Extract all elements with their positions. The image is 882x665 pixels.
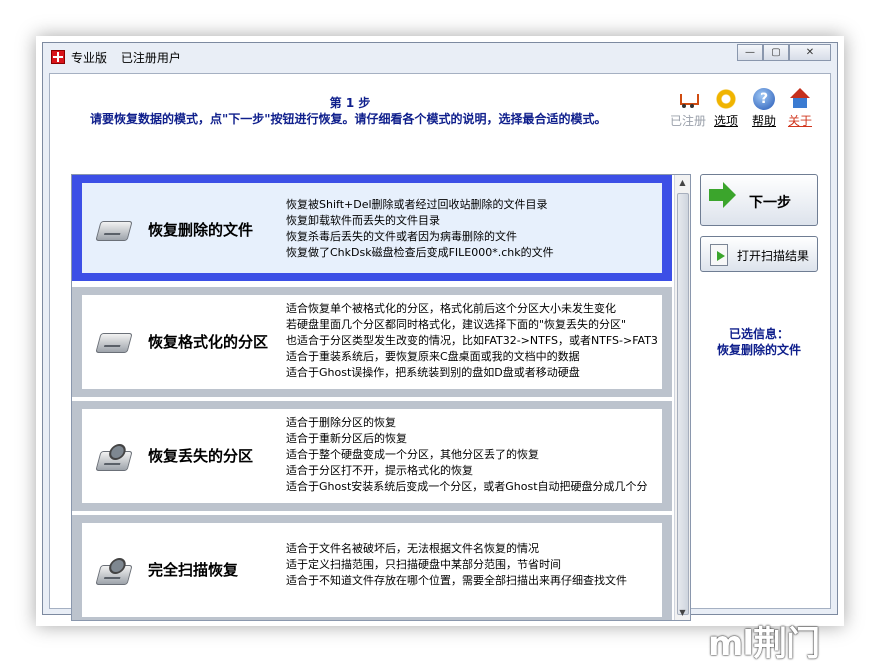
scroll-down-arrow-icon[interactable]: ▼ bbox=[675, 605, 690, 620]
step-instruction: 请要恢复数据的模式，点"下一步"按钮进行恢复。请仔细看各个模式的说明，选择最合适… bbox=[90, 112, 607, 126]
main-panel: 第 1 步 请要恢复数据的模式，点"下一步"按钮进行恢复。请仔细看各个模式的说明… bbox=[49, 73, 831, 621]
mode-title: 恢复丢失的分区 bbox=[148, 447, 254, 465]
mode-item-full-scan[interactable]: 完全扫描恢复 适合于文件名被破坏后，无法根据文件名恢复的情况 适于定义扫描范围，… bbox=[72, 515, 672, 620]
mode-description-line: 适合于文件名被破坏后，无法根据文件名恢复的情况 bbox=[286, 542, 539, 555]
home-icon bbox=[789, 88, 811, 110]
open-file-icon bbox=[710, 244, 728, 266]
mode-description-line: 若硬盘里面几个分区都同时格式化，建议选择下面的"恢复丢失的分区" bbox=[286, 318, 627, 331]
mode-card: 恢复丢失的分区 适合于删除分区的恢复 适合于重新分区后的恢复 适合于整个硬盘变成… bbox=[82, 409, 662, 503]
mode-description-line: 适合于Ghost安装系统后变成一个分区，或者Ghost自动把硬盘分成几个分 bbox=[286, 480, 648, 493]
edition-label: 专业版 bbox=[71, 51, 108, 65]
recovery-mode-list: 恢复删除的文件 恢复被Shift+Del删除或者经过回收站删除的文件目录 恢复卸… bbox=[71, 174, 691, 621]
mode-list-scrollbar[interactable]: ▲ ▼ bbox=[674, 175, 690, 620]
hard-disk-icon bbox=[95, 333, 133, 353]
mode-description-line: 恢复做了ChkDsk磁盘检查后变成FILE000*.chk的文件 bbox=[286, 246, 554, 259]
mode-title: 恢复删除的文件 bbox=[148, 221, 254, 239]
open-hard-disk-icon bbox=[95, 565, 133, 585]
mode-card: 恢复格式化的分区 适合恢复单个被格式化的分区，格式化前后这个分区大小未发生变化 … bbox=[82, 295, 662, 389]
mode-item-lost-partition[interactable]: 恢复丢失的分区 适合于删除分区的恢复 适合于重新分区后的恢复 适合于整个硬盘变成… bbox=[72, 401, 672, 511]
mode-description-line: 恢复杀毒后丢失的文件或者因为病毒删除的文件 bbox=[286, 230, 517, 243]
title-bar[interactable]: 专业版 已注册用户 — ▢ ✕ bbox=[43, 43, 837, 71]
help-tool-label: 帮助 bbox=[751, 114, 776, 128]
step-title: 第 1 步 bbox=[329, 96, 371, 110]
next-step-label: 下一步 bbox=[749, 195, 791, 211]
mode-description-line: 适于定义扫描范围，只扫描硬盘中某部分范围，节省时间 bbox=[286, 558, 561, 571]
minimize-button[interactable]: — bbox=[737, 44, 763, 61]
mode-description: 恢复被Shift+Del删除或者经过回收站删除的文件目录 恢复卸载软件而丢失的文… bbox=[286, 197, 676, 261]
window-controls: — ▢ ✕ bbox=[737, 44, 831, 61]
open-scan-results-button[interactable]: 打开扫描结果 bbox=[700, 236, 818, 272]
selected-info-label: 已选信息： bbox=[728, 327, 789, 341]
scroll-thumb[interactable] bbox=[677, 193, 689, 615]
mode-item-delete-recovery[interactable]: 恢复删除的文件 恢复被Shift+Del删除或者经过回收站删除的文件目录 恢复卸… bbox=[72, 175, 672, 281]
options-tool[interactable]: 选项 bbox=[708, 88, 744, 129]
options-tool-label: 选项 bbox=[713, 114, 738, 128]
green-arrow-icon bbox=[709, 182, 736, 208]
help-tool[interactable]: ? 帮助 bbox=[746, 88, 782, 129]
about-tool[interactable]: 关于 bbox=[782, 88, 818, 129]
registered-tool-label: 已注册 bbox=[670, 114, 707, 128]
mode-title: 恢复格式化的分区 bbox=[148, 333, 269, 351]
app-logo-icon bbox=[51, 50, 65, 64]
mode-description: 适合于文件名被破坏后，无法根据文件名恢复的情况 适于定义扫描范围，只扫描硬盘中某… bbox=[286, 541, 676, 589]
gear-icon bbox=[715, 88, 737, 110]
mode-description-line: 恢复卸载软件而丢失的文件目录 bbox=[286, 214, 440, 227]
mode-description-line: 适合恢复单个被格式化的分区，格式化前后这个分区大小未发生变化 bbox=[286, 302, 616, 315]
window-title: 专业版 已注册用户 bbox=[71, 49, 191, 66]
help-icon: ? bbox=[753, 88, 775, 110]
toolbar: 已注册 选项 ? 帮助 关于 bbox=[670, 88, 820, 128]
open-hard-disk-icon bbox=[95, 451, 133, 471]
about-tool-label: 关于 bbox=[787, 114, 812, 128]
mode-description-line: 适合于删除分区的恢复 bbox=[286, 416, 396, 429]
mode-card: 完全扫描恢复 适合于文件名被破坏后，无法根据文件名恢复的情况 适于定义扫描范围，… bbox=[82, 523, 662, 617]
mode-title: 完全扫描恢复 bbox=[148, 561, 239, 579]
mode-description-line: 适合于不知道文件存放在哪个位置，需要全部扫描出来再仔细查找文件 bbox=[286, 574, 627, 587]
close-button[interactable]: ✕ bbox=[789, 44, 831, 61]
scroll-up-arrow-icon[interactable]: ▲ bbox=[675, 175, 690, 190]
mode-description-line: 适合于重装系统后，要恢复原来C盘桌面或我的文档中的数据 bbox=[286, 350, 580, 363]
mode-description-line: 恢复被Shift+Del删除或者经过回收站删除的文件目录 bbox=[286, 198, 548, 211]
open-scan-results-label: 打开扫描结果 bbox=[737, 249, 810, 263]
mode-card: 恢复删除的文件 恢复被Shift+Del删除或者经过回收站删除的文件目录 恢复卸… bbox=[82, 183, 662, 273]
next-step-button[interactable]: 下一步 bbox=[700, 174, 818, 226]
mode-item-format-recovery[interactable]: 恢复格式化的分区 适合恢复单个被格式化的分区，格式化前后这个分区大小未发生变化 … bbox=[72, 287, 672, 397]
watermark: ml荆门 bbox=[708, 624, 820, 664]
hard-disk-icon bbox=[95, 221, 133, 241]
registered-tool: 已注册 bbox=[670, 88, 706, 129]
mode-description: 适合恢复单个被格式化的分区，格式化前后这个分区大小未发生变化 若硬盘里面几个分区… bbox=[286, 301, 676, 381]
mode-description-line: 适合于分区打不开，提示格式化的恢复 bbox=[286, 464, 473, 477]
mode-description-line: 适合于重新分区后的恢复 bbox=[286, 432, 407, 445]
selected-info-value: 恢复删除的文件 bbox=[716, 343, 801, 357]
maximize-button[interactable]: ▢ bbox=[763, 44, 789, 61]
cart-icon bbox=[677, 88, 699, 110]
mode-description-line: 适合于Ghost误操作，把系统装到别的盘如D盘或者移动硬盘 bbox=[286, 366, 580, 379]
mode-description-line: 也适合于分区类型发生改变的情况，比如FAT32->NTFS，或者NTFS->FA… bbox=[286, 334, 658, 347]
registered-user-label: 已注册用户 bbox=[120, 51, 181, 65]
app-window: 专业版 已注册用户 — ▢ ✕ 第 1 步 请要恢复数据的模式，点"下一步"按钮… bbox=[42, 42, 838, 621]
selected-info: 已选信息： 恢复删除的文件 bbox=[698, 326, 820, 358]
mode-description: 适合于删除分区的恢复 适合于重新分区后的恢复 适合于整个硬盘变成一个分区，其他分… bbox=[286, 415, 676, 495]
mode-description-line: 适合于整个硬盘变成一个分区，其他分区丢了的恢复 bbox=[286, 448, 539, 461]
